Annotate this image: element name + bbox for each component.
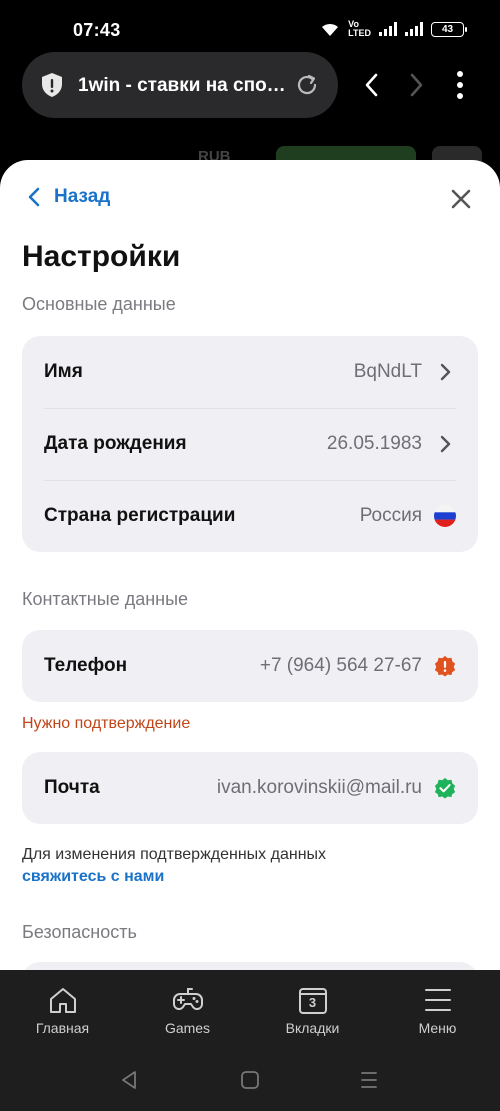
status-time: 07:43: [73, 20, 121, 40]
chevron-right-icon: [440, 435, 451, 453]
browser-back-icon[interactable]: [362, 72, 382, 98]
confirmed-data-note: Для изменения подтвержденных данных свяж…: [22, 844, 326, 888]
volte-indicator: Vo LTED: [348, 19, 371, 38]
email-row[interactable]: Почта ivan.korovinskii@mail.ru: [22, 752, 478, 824]
note-text: Для изменения подтвержденных данных: [22, 846, 327, 863]
battery-indicator: 43: [431, 21, 467, 37]
phone-card: Телефон +7 (964) 564 27-67: [22, 630, 478, 702]
gamepad-icon: [172, 988, 203, 1010]
chevron-right-icon: [440, 363, 451, 381]
tabs-icon: 3: [297, 986, 329, 1016]
tabs-count: 3: [308, 995, 317, 1010]
status-bar: 07:43 Vo LTED 43: [0, 0, 500, 60]
nav-home-label: Главная: [35, 1020, 90, 1036]
verified-badge-icon: [434, 777, 456, 799]
bottom-nav: Главная Games 3 Вкладки Меню: [0, 970, 500, 1050]
signal-icon-2: [405, 22, 423, 36]
system-nav-bar: [0, 1050, 500, 1111]
email-label: Почта: [44, 777, 100, 798]
reload-icon[interactable]: [294, 72, 320, 98]
status-icons: Vo LTED 43: [320, 19, 467, 38]
shield-icon[interactable]: [40, 72, 64, 98]
country-value: Россия: [359, 505, 422, 526]
phone-label: Телефон: [44, 655, 128, 676]
system-recents-icon[interactable]: [360, 1070, 378, 1090]
address-bar[interactable]: 1win - ставки на спо…: [22, 52, 338, 118]
chevron-left-icon: [28, 187, 40, 207]
nav-menu[interactable]: Меню: [375, 970, 500, 1050]
country-label: Страна регистрации: [44, 505, 236, 526]
russia-flag-icon: [434, 505, 456, 527]
name-label: Имя: [44, 361, 83, 382]
settings-sheet: Назад Настройки Основные данные Имя BqNd…: [0, 160, 500, 970]
nav-games-label: Games: [164, 1020, 211, 1036]
hamburger-menu-icon: [424, 989, 451, 1011]
wifi-icon: [322, 23, 339, 36]
section-basic-label: Основные данные: [22, 294, 176, 314]
browser-forward-icon[interactable]: [406, 72, 426, 98]
back-button[interactable]: Назад: [28, 186, 110, 208]
contact-us-link[interactable]: свяжитесь с нами: [22, 866, 326, 888]
system-back-icon[interactable]: [120, 1070, 138, 1090]
close-icon[interactable]: [450, 188, 472, 210]
nav-tabs-label: Вкладки: [285, 1020, 340, 1036]
page-title-url[interactable]: 1win - ставки на спо…: [78, 75, 286, 97]
birthdate-label: Дата рождения: [44, 433, 187, 454]
name-value: BqNdLT: [353, 361, 422, 382]
warning-badge-icon: [434, 655, 456, 677]
security-card-peek: [22, 962, 478, 970]
basic-data-card: Имя BqNdLT Дата рождения 26.05.1983 Стра…: [22, 336, 478, 552]
nav-home[interactable]: Главная: [0, 970, 125, 1050]
home-icon: [49, 988, 76, 1013]
nav-games[interactable]: Games: [125, 970, 250, 1050]
phone-row[interactable]: Телефон +7 (964) 564 27-67: [22, 630, 478, 702]
birthdate-row[interactable]: Дата рождения 26.05.1983: [22, 408, 478, 480]
nav-menu-label: Меню: [418, 1020, 457, 1036]
more-menu-icon[interactable]: [450, 70, 470, 100]
birthdate-value: 26.05.1983: [326, 433, 422, 454]
email-value: ivan.korovinskii@mail.ru: [216, 777, 422, 798]
page-title: Настройки: [22, 240, 181, 273]
phone-value: +7 (964) 564 27-67: [259, 655, 422, 676]
back-label: Назад: [54, 186, 111, 207]
nav-tabs[interactable]: 3 Вкладки: [250, 970, 375, 1050]
section-contact-label: Контактные данные: [22, 589, 189, 609]
system-home-icon[interactable]: [240, 1070, 260, 1090]
phone-verification-warning: Нужно подтверждение: [22, 715, 191, 732]
name-row[interactable]: Имя BqNdLT: [22, 336, 478, 408]
section-security-label: Безопасность: [22, 922, 137, 942]
email-card: Почта ivan.korovinskii@mail.ru: [22, 752, 478, 824]
country-row: Страна регистрации Россия: [22, 480, 478, 552]
signal-icon: [379, 22, 397, 36]
